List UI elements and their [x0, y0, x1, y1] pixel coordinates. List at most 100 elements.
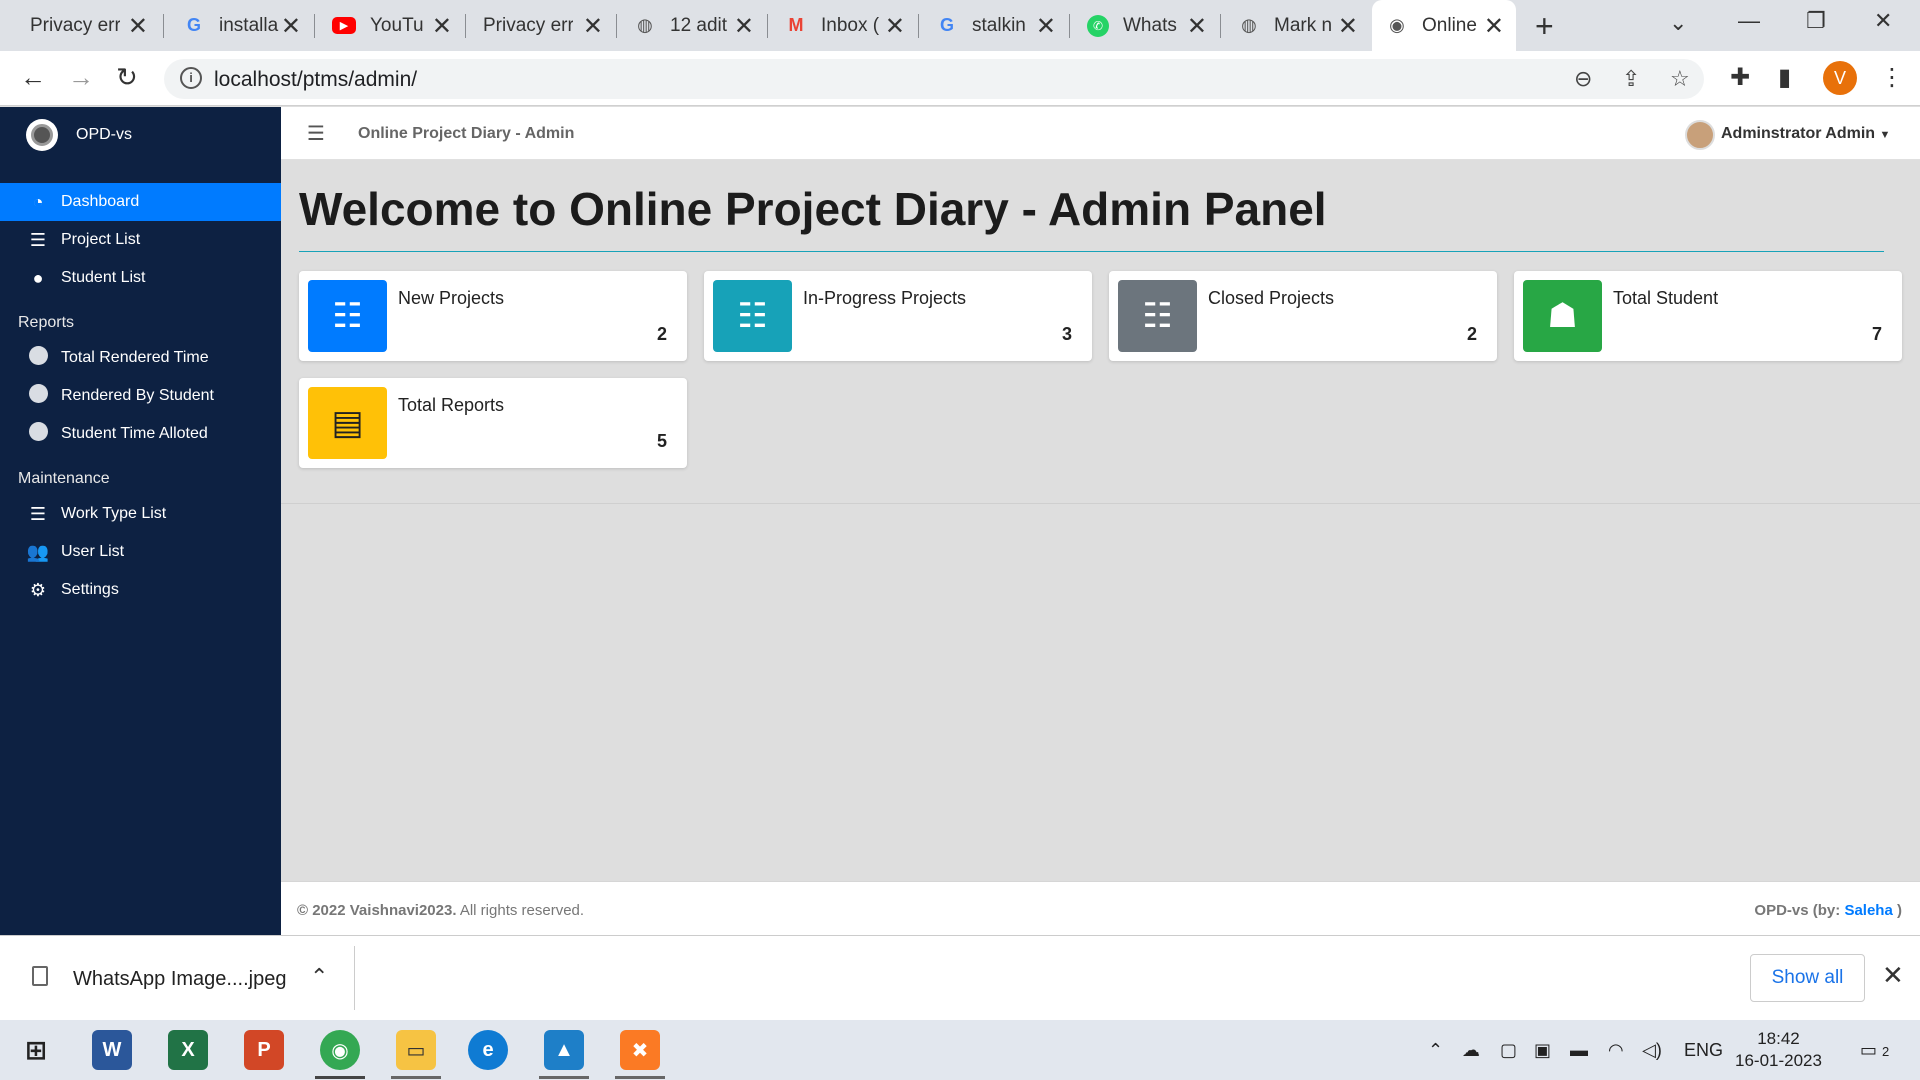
sidebar-item-dashboard[interactable]: ◔ Dashboard	[0, 183, 281, 221]
google-icon: G	[186, 15, 201, 35]
xampp-icon[interactable]: ✖	[620, 1030, 660, 1070]
onedrive-icon[interactable]: ☁	[1462, 1040, 1480, 1061]
checklist-icon: ☷	[713, 280, 792, 352]
close-icon[interactable]: ✕	[1882, 960, 1904, 991]
tab-search-icon[interactable]: ⌄	[1669, 10, 1687, 36]
restore-button[interactable]: ❐	[1806, 8, 1826, 34]
word-icon[interactable]: W	[92, 1030, 132, 1070]
browser-tab[interactable]: ▶ YouTu ✕	[314, 0, 464, 51]
bookmark-star-icon[interactable]: ☆	[1670, 66, 1690, 92]
notifications-icon[interactable]: ▭ 2	[1860, 1040, 1889, 1061]
tab-title: Whats	[1123, 14, 1177, 36]
file-icon: ▤	[308, 387, 387, 459]
sidebar-item-label: Total Rendered Time	[61, 349, 209, 366]
stat-card-total-reports[interactable]: ▤ Total Reports 5	[299, 378, 687, 468]
circle-icon	[26, 384, 50, 408]
list-icon: ☰	[29, 503, 47, 524]
stat-card-new-projects[interactable]: ☷ New Projects 2	[299, 271, 687, 361]
clock[interactable]: 18:42 16-01-2023	[1735, 1028, 1822, 1072]
browser-tab[interactable]: G stalkin ✕	[918, 0, 1068, 51]
share-icon[interactable]: ⇪	[1622, 66, 1640, 92]
address-bar[interactable]: i localhost/ptms/admin/ ⊖ ⇪ ☆	[164, 59, 1704, 99]
info-icon[interactable]: i	[180, 67, 202, 89]
powerpoint-icon[interactable]: P	[244, 1030, 284, 1070]
gears-icon: ⚙	[29, 579, 47, 600]
menu-icon[interactable]: ⋮	[1880, 63, 1904, 92]
minimize-button[interactable]: —	[1738, 8, 1760, 34]
zoom-icon[interactable]: ⊖	[1574, 66, 1592, 92]
new-tab-button[interactable]: +	[1535, 8, 1554, 45]
windows-start-icon[interactable]: ⊞	[16, 1030, 56, 1070]
card-value: 2	[1466, 324, 1477, 344]
close-icon[interactable]: ✕	[1484, 12, 1504, 41]
credit-link[interactable]: Saleha	[1844, 902, 1892, 919]
browser-tab[interactable]: ◍ Mark n ✕	[1220, 0, 1370, 51]
sidebar-item-student-list[interactable]: ● Student List	[0, 259, 281, 297]
card-value: 3	[1061, 324, 1072, 344]
file-explorer-icon[interactable]: ▭	[396, 1030, 436, 1070]
browser-tab-active[interactable]: ◉ Online ✕	[1372, 0, 1516, 51]
wifi-icon[interactable]: ◠	[1608, 1040, 1624, 1061]
sidebar-item-student-time-alloted[interactable]: Student Time Alloted	[0, 415, 281, 453]
close-icon[interactable]: ✕	[885, 12, 905, 41]
close-icon[interactable]: ✕	[583, 12, 603, 41]
volume-icon[interactable]: ◁)	[1642, 1040, 1662, 1061]
close-icon[interactable]: ✕	[281, 12, 301, 41]
sidebar: OPD-vs ◔ Dashboard ☰ Project List ● Stud…	[0, 107, 281, 935]
battery-icon[interactable]: ▬	[1570, 1040, 1588, 1061]
browser-tab[interactable]: ✆ Whats ✕	[1069, 0, 1219, 51]
close-icon[interactable]: ✕	[128, 12, 148, 41]
sidebar-item-user-list[interactable]: 👥 User List	[0, 533, 281, 571]
browser-tab[interactable]: ◍ 12 adit ✕	[616, 0, 766, 51]
browser-tab[interactable]: Privacy erro ✕	[0, 0, 160, 51]
photos-icon[interactable]: ▲	[544, 1030, 584, 1070]
extensions-icon[interactable]: ✚	[1730, 63, 1750, 92]
browser-tab[interactable]: M Inbox ( ✕	[767, 0, 917, 51]
close-icon[interactable]: ✕	[432, 12, 452, 41]
divider	[281, 503, 1920, 504]
reload-button[interactable]: ↻	[116, 62, 138, 93]
site-icon: ◉	[1389, 15, 1405, 35]
profile-avatar[interactable]: V	[1823, 61, 1857, 95]
close-icon[interactable]: ✕	[734, 12, 754, 41]
topbar-title[interactable]: Online Project Diary - Admin	[358, 125, 574, 143]
stat-card-total-student[interactable]: ☗ Total Student 7	[1514, 271, 1902, 361]
page-title: Welcome to Online Project Diary - Admin …	[299, 183, 1327, 235]
sidebar-item-work-type-list[interactable]: ☰ Work Type List	[0, 495, 281, 533]
display-icon[interactable]: ▣	[1534, 1040, 1551, 1061]
sidebar-item-total-rendered-time[interactable]: Total Rendered Time	[0, 339, 281, 377]
close-icon[interactable]: ✕	[1187, 12, 1207, 41]
close-icon[interactable]: ✕	[1338, 12, 1358, 41]
avatar[interactable]	[1685, 120, 1715, 150]
chevron-up-icon[interactable]: ⌃	[1428, 1040, 1443, 1061]
footer-copyright: © 2022 Vaishnavi2023. All rights reserve…	[297, 902, 584, 919]
stat-card-in-progress-projects[interactable]: ☷ In-Progress Projects 3	[704, 271, 1092, 361]
edge-icon[interactable]: e	[468, 1030, 508, 1070]
chrome-icon[interactable]: ◉	[320, 1030, 360, 1070]
close-icon[interactable]: ✕	[1036, 12, 1056, 41]
hamburger-icon[interactable]: ☰	[307, 121, 325, 146]
language-indicator[interactable]: ENG	[1684, 1040, 1723, 1061]
tab-title: stalkin	[972, 14, 1026, 36]
date: 16-01-2023	[1735, 1051, 1822, 1070]
caret-down-icon: ▼	[1879, 129, 1891, 141]
side-panel-icon[interactable]: ▮	[1778, 63, 1791, 92]
chevron-up-icon[interactable]: ⌃	[310, 964, 328, 990]
stat-card-closed-projects[interactable]: ☷ Closed Projects 2	[1109, 271, 1497, 361]
url-text[interactable]: localhost/ptms/admin/	[214, 68, 417, 92]
back-button[interactable]: ←	[20, 62, 46, 93]
taskbar: ⊞ W X P ◉ ▭ e ▲ ✖ ⌃ ☁ ▢ ▣ ▬ ◠ ◁) ENG 18:…	[0, 1020, 1920, 1080]
browser-tab[interactable]: G installa ✕	[163, 0, 313, 51]
window-close-button[interactable]: ✕	[1874, 8, 1892, 34]
sidebar-item-project-list[interactable]: ☰ Project List	[0, 221, 281, 259]
show-all-button[interactable]: Show all	[1750, 954, 1865, 1002]
meet-icon[interactable]: ▢	[1500, 1040, 1517, 1061]
user-menu[interactable]: Adminstrator Admin ▼	[1721, 125, 1890, 143]
download-item[interactable]: WhatsApp Image....jpeg	[73, 968, 286, 991]
brand[interactable]: OPD-vs	[0, 107, 281, 163]
sidebar-item-rendered-by-student[interactable]: Rendered By Student	[0, 377, 281, 415]
browser-tab[interactable]: Privacy erro ✕	[465, 0, 615, 51]
excel-icon[interactable]: X	[168, 1030, 208, 1070]
forward-button[interactable]: →	[68, 62, 94, 93]
sidebar-item-settings[interactable]: ⚙ Settings	[0, 571, 281, 609]
